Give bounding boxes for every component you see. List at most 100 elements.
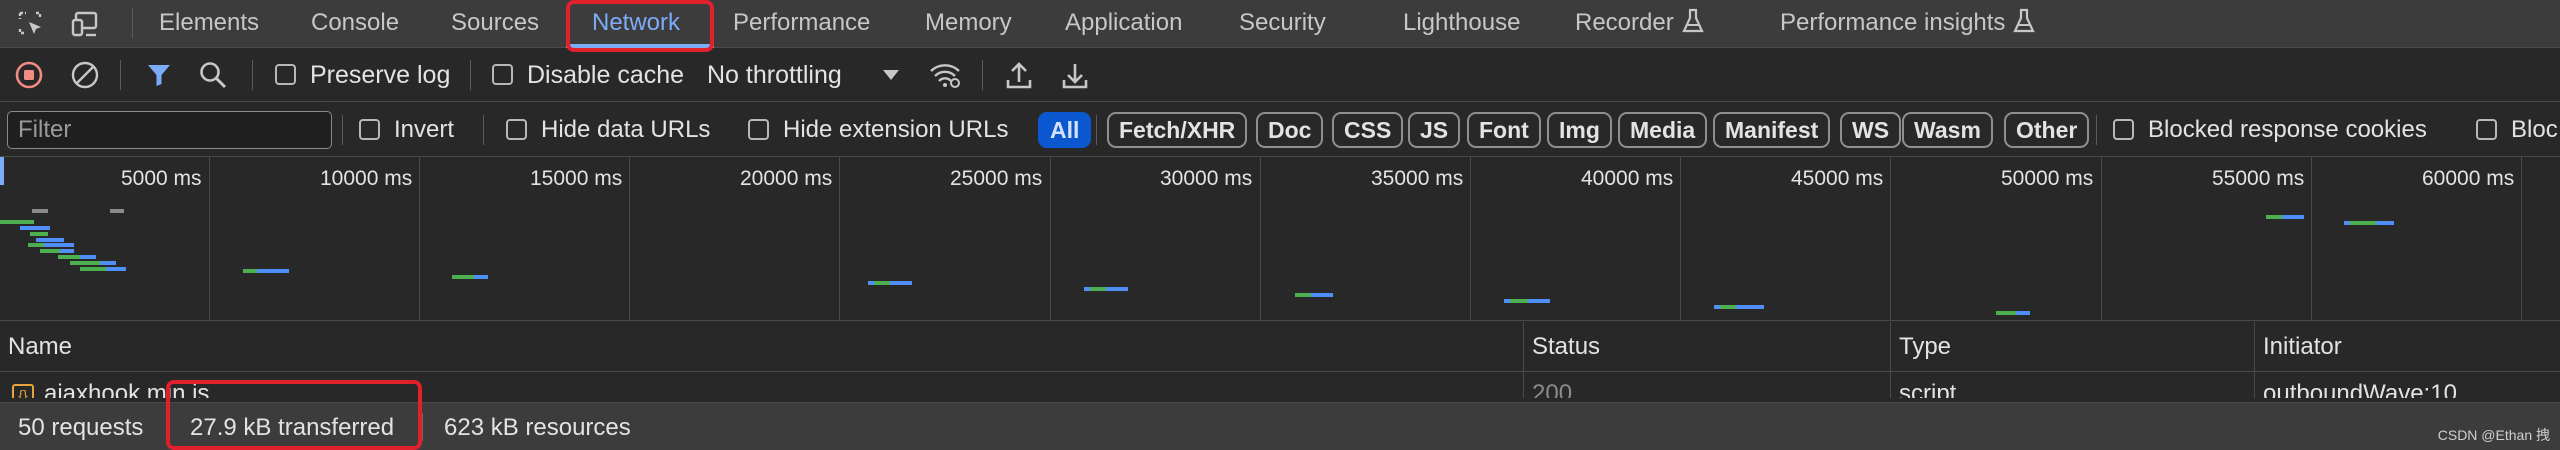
tab-recorder[interactable]: Recorder <box>1575 0 1704 46</box>
tab-elements[interactable]: Elements <box>159 0 259 46</box>
hide-extension-urls-checkbox[interactable] <box>748 119 769 140</box>
tab-security[interactable]: Security <box>1239 0 1326 46</box>
request-bar <box>1295 293 1311 297</box>
request-type: script <box>1899 380 1957 398</box>
request-bar <box>1311 293 1333 297</box>
tab-performance-insights-label: Performance insights <box>1780 9 2006 36</box>
request-bar <box>2376 221 2394 225</box>
toolbar-divider <box>252 60 253 90</box>
network-overview-timeline[interactable]: 5000 ms 10000 ms 15000 ms 20000 ms 25000… <box>0 157 2560 321</box>
disable-cache-checkbox[interactable] <box>492 64 513 85</box>
throttling-dropdown-button[interactable] <box>874 59 908 91</box>
transferred-highlight <box>166 380 422 450</box>
tab-sources[interactable]: Sources <box>451 0 539 46</box>
filter-divider <box>2096 115 2097 145</box>
filter-divider <box>483 115 484 145</box>
request-bar <box>80 255 96 259</box>
devtools-tab-bar: Elements Console Sources Network Perform… <box>0 0 2560 48</box>
toolbar-divider <box>982 60 983 90</box>
disable-cache-label: Disable cache <box>527 61 685 89</box>
tab-performance-insights[interactable]: Performance insights <box>1780 0 2036 46</box>
type-filter-media[interactable]: Media <box>1618 112 1708 148</box>
column-header-initiator[interactable]: Initiator <box>2255 322 2342 372</box>
timeline-tick: 15000 ms <box>530 167 623 190</box>
timeline-tick: 45000 ms <box>1791 167 1884 190</box>
invert-label: Invert <box>394 116 455 143</box>
type-filter-doc[interactable]: Doc <box>1256 112 1324 148</box>
timeline-tick: 35000 ms <box>1371 167 1464 190</box>
request-bar <box>243 269 257 273</box>
watermark: CSDN @Ethan 拽 <box>2437 427 2550 443</box>
wifi-settings-icon <box>930 64 960 88</box>
preserve-log-label: Preserve log <box>310 61 451 89</box>
request-bar <box>28 243 44 247</box>
blocked-response-cookies-checkbox[interactable] <box>2113 119 2134 140</box>
network-conditions-button[interactable] <box>928 59 962 91</box>
network-toolbar: Preserve log Disable cache No throttling <box>0 48 2560 102</box>
request-bar <box>874 281 890 285</box>
request-bar <box>36 238 64 242</box>
hide-data-urls-checkbox[interactable] <box>506 119 527 140</box>
column-header-status[interactable]: Status <box>1524 322 1600 372</box>
timeline-gridline <box>209 157 210 320</box>
request-bar <box>1528 299 1550 303</box>
timeline-tick: 5000 ms <box>121 167 202 190</box>
inspect-element-icon[interactable] <box>14 8 48 40</box>
export-har-button[interactable] <box>1058 59 1092 91</box>
column-header-name[interactable]: Name <box>0 322 72 372</box>
type-filter-css[interactable]: CSS <box>1332 112 1404 148</box>
timeline-gridline <box>2311 157 2312 320</box>
request-bar <box>44 243 74 247</box>
column-header-type[interactable]: Type <box>1891 322 1951 372</box>
type-filter-manifest[interactable]: Manifest <box>1713 112 1831 148</box>
import-har-button[interactable] <box>1002 59 1036 91</box>
filter-divider <box>342 115 343 145</box>
column-divider <box>1890 372 1891 398</box>
preserve-log-checkbox[interactable] <box>275 64 296 85</box>
request-bar <box>70 261 100 265</box>
type-filter-img[interactable]: Img <box>1547 112 1612 148</box>
experimental-flask-icon <box>1681 8 1704 32</box>
blocked-requests-checkbox[interactable] <box>2476 119 2497 140</box>
timeline-tick: 25000 ms <box>950 167 1043 190</box>
request-initiator[interactable]: outboundWave:10 <box>2263 380 2457 398</box>
timeline-gridline <box>1680 157 1681 320</box>
type-filter-ws[interactable]: WS <box>1840 112 1902 148</box>
invert-checkbox[interactable] <box>359 119 380 140</box>
record-stop-button[interactable] <box>12 59 46 91</box>
dropdown-arrow-icon <box>883 70 899 80</box>
upload-icon <box>1006 62 1032 89</box>
tab-memory[interactable]: Memory <box>925 0 1012 46</box>
overview-selection-handle[interactable] <box>0 157 4 185</box>
network-tab-highlight <box>566 0 714 52</box>
timeline-tick: 60000 ms <box>2422 167 2515 190</box>
type-filter-fetch-xhr[interactable]: Fetch/XHR <box>1107 112 1248 148</box>
filter-input[interactable] <box>7 111 332 149</box>
type-filter-wasm[interactable]: Wasm <box>1902 112 1993 148</box>
request-bar <box>80 267 106 271</box>
type-filter-other[interactable]: Other <box>2004 112 2090 148</box>
request-bar <box>58 255 80 259</box>
search-button[interactable] <box>196 59 230 91</box>
timeline-gridline <box>2521 157 2522 320</box>
filter-divider <box>1096 115 1097 145</box>
type-filter-all[interactable]: All <box>1038 112 1092 148</box>
tab-console[interactable]: Console <box>311 0 399 46</box>
hide-data-urls-label: Hide data URLs <box>541 116 711 143</box>
request-bar <box>1736 305 1764 309</box>
timeline-gridline <box>1470 157 1471 320</box>
throttling-select[interactable]: No throttling <box>707 61 842 90</box>
tab-recorder-label: Recorder <box>1575 9 1674 36</box>
type-filter-font[interactable]: Font <box>1467 112 1541 148</box>
request-bar <box>2350 221 2376 225</box>
clear-log-button[interactable] <box>68 59 102 91</box>
tab-performance[interactable]: Performance <box>733 0 870 46</box>
timeline-gridline <box>1890 157 1891 320</box>
type-filter-js[interactable]: JS <box>1408 112 1461 148</box>
device-toolbar-icon[interactable] <box>70 8 104 40</box>
tab-lighthouse[interactable]: Lighthouse <box>1403 0 1520 46</box>
tab-application[interactable]: Application <box>1065 0 1182 46</box>
request-bar <box>1090 287 1106 291</box>
filter-toggle-button[interactable] <box>142 59 176 91</box>
resources-size: 623 kB resources <box>444 414 631 441</box>
